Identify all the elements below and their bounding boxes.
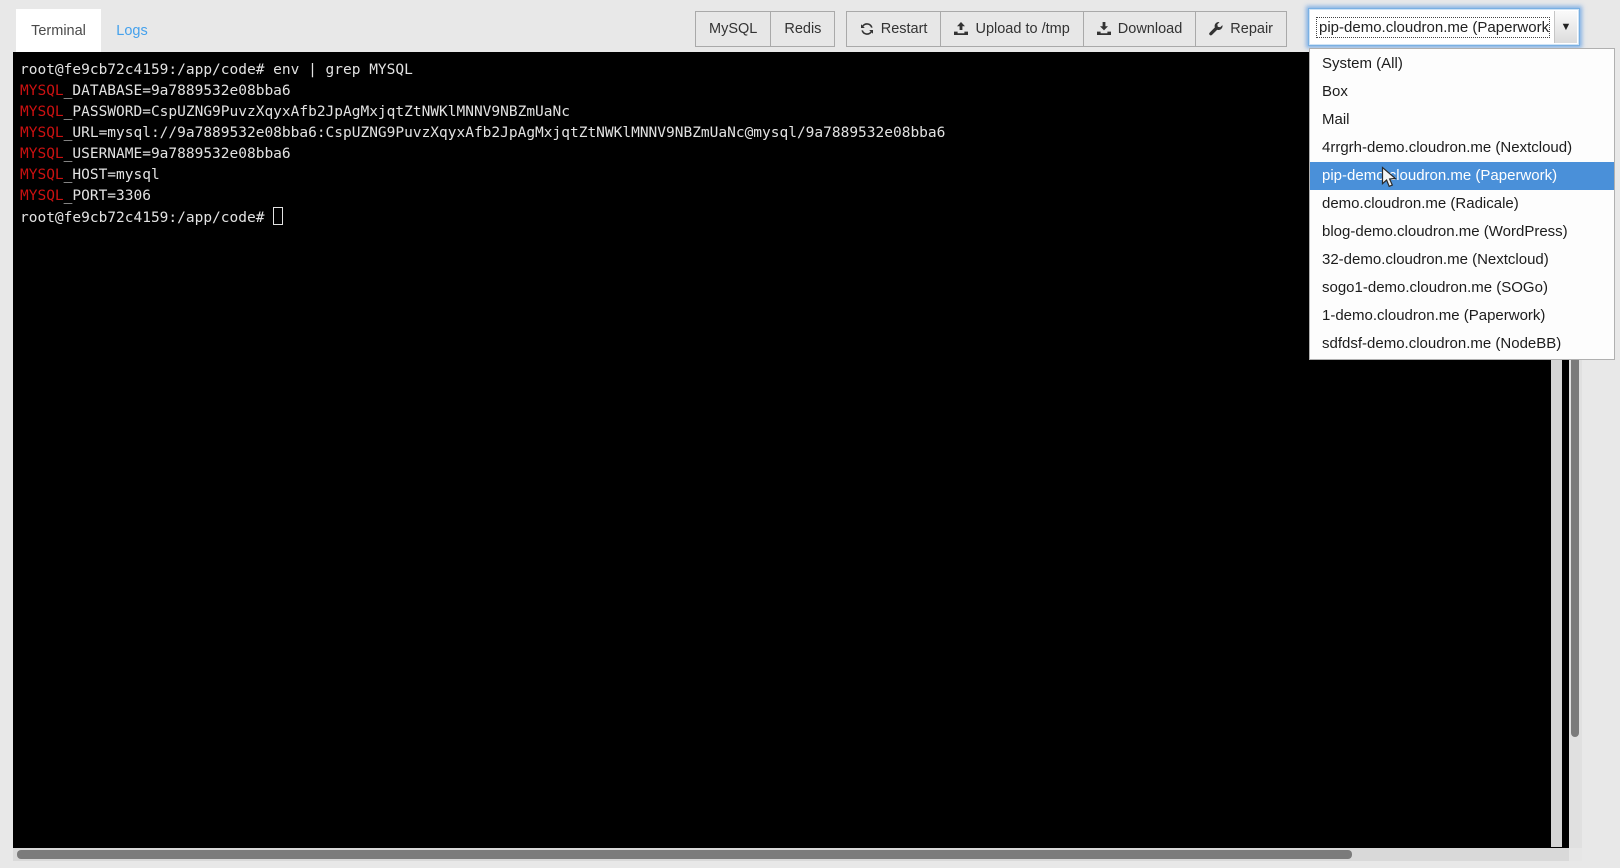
tab-terminal[interactable]: Terminal <box>16 9 101 52</box>
download-button[interactable]: Download <box>1083 11 1197 47</box>
app-select-option[interactable]: 1-demo.cloudron.me (Paperwork) <box>1310 302 1614 330</box>
app-select-option[interactable]: pip-demo.cloudron.me (Paperwork) <box>1310 162 1614 190</box>
redis-button[interactable]: Redis <box>770 11 835 47</box>
restart-button[interactable]: Restart <box>846 11 942 47</box>
app-select-option[interactable]: Mail <box>1310 106 1614 134</box>
app-select-option[interactable]: Box <box>1310 78 1614 106</box>
button-label: MySQL <box>709 21 757 37</box>
app-select-option[interactable]: blog-demo.cloudron.me (WordPress) <box>1310 218 1614 246</box>
repair-button[interactable]: Repair <box>1195 11 1287 47</box>
upload-to-tmp-button[interactable]: Upload to /tmp <box>940 11 1083 47</box>
app-select-option[interactable]: demo.cloudron.me (Radicale) <box>1310 190 1614 218</box>
terminal-cursor <box>273 207 283 225</box>
app-select-option[interactable]: sdfdsf-demo.cloudron.me (NodeBB) <box>1310 330 1614 358</box>
horizontal-scrollbar-thumb[interactable] <box>17 850 1352 859</box>
tab-terminal-label: Terminal <box>31 23 86 39</box>
app-select-option[interactable]: System (All) <box>1310 50 1614 78</box>
app-select-value: pip-demo.cloudron.me (Paperwork <box>1317 18 1549 37</box>
button-label: Restart <box>881 21 928 37</box>
upload-icon <box>954 22 968 36</box>
repair-icon <box>1209 22 1223 36</box>
tab-logs[interactable]: Logs <box>101 9 163 52</box>
app-select-option[interactable]: 32-demo.cloudron.me (Nextcloud) <box>1310 246 1614 274</box>
terminal-text: root@fe9cb72c4159:/app/code# env | grep … <box>20 60 945 229</box>
app-select-option[interactable]: sogo1-demo.cloudron.me (SOGo) <box>1310 274 1614 302</box>
download-icon <box>1097 22 1111 36</box>
db-button-group: MySQL Redis <box>695 11 835 47</box>
button-label: Upload to /tmp <box>975 21 1069 37</box>
mysql-button[interactable]: MySQL <box>695 11 771 47</box>
action-button-group: Restart Upload to /tmp Download Repair <box>846 11 1287 47</box>
button-label: Download <box>1118 21 1183 37</box>
app-select-dropdown: System (All)BoxMail4rrgrh-demo.cloudron.… <box>1309 48 1615 360</box>
app-select[interactable]: pip-demo.cloudron.me (Paperwork ▼ <box>1308 8 1580 46</box>
restart-icon <box>860 22 874 36</box>
scrollbar-corner <box>1569 848 1582 861</box>
app-select-option[interactable]: 4rrgrh-demo.cloudron.me (Nextcloud) <box>1310 134 1614 162</box>
chevron-down-icon[interactable]: ▼ <box>1554 11 1577 43</box>
tab-logs-label: Logs <box>116 23 147 39</box>
button-label: Repair <box>1230 21 1273 37</box>
terminal-page: Terminal Logs MySQL Redis Restart Upload t… <box>0 0 1620 868</box>
button-label: Redis <box>784 21 821 37</box>
